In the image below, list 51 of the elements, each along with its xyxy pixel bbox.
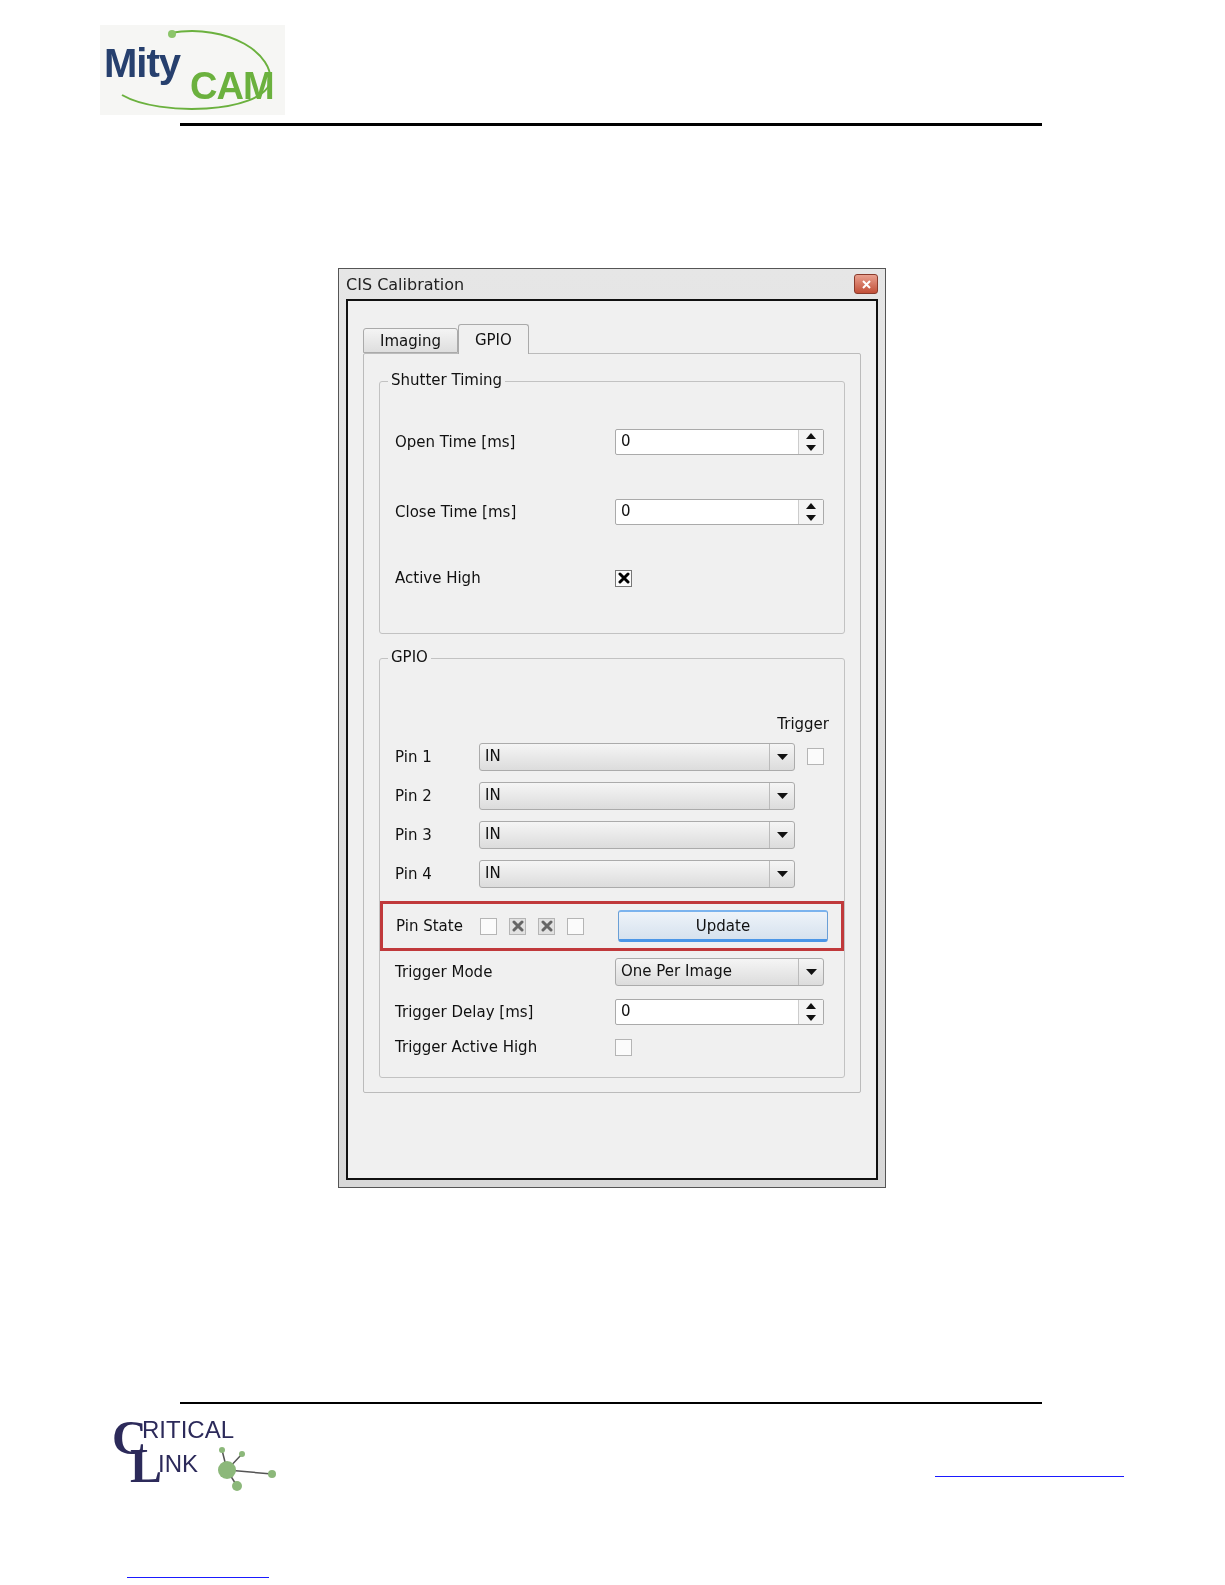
field-label: Close Time [ms] — [395, 503, 518, 521]
checkbox[interactable] — [538, 917, 555, 935]
check-icon — [617, 572, 630, 584]
caret-icon — [805, 969, 817, 975]
up-arrow-icon[interactable] — [806, 433, 816, 439]
caret-icon — [776, 870, 788, 877]
caret-icon — [776, 753, 788, 760]
dropdown[interactable]: One Per Image — [615, 958, 824, 986]
column-heading: Trigger — [777, 715, 829, 733]
checkbox[interactable] — [480, 917, 497, 935]
checkbox[interactable] — [807, 748, 824, 765]
check-icon — [511, 920, 524, 932]
checkbox[interactable] — [509, 917, 526, 935]
check-icon — [540, 920, 553, 932]
spin-box[interactable]: 0 — [615, 429, 824, 455]
pin-label: Pin 3 — [395, 825, 433, 844]
spin-value: 0 — [620, 1001, 632, 1022]
group-title: Shutter Timing — [388, 371, 506, 389]
field-label: Pin State — [396, 917, 464, 935]
spin-value: 0 — [620, 501, 632, 522]
window-title: CIS Calibration — [346, 274, 465, 294]
close-icon — [861, 279, 871, 289]
caret-icon — [776, 831, 788, 838]
tab[interactable]: GPIO — [457, 324, 529, 354]
dropdown[interactable]: IN — [479, 820, 795, 849]
down-arrow-icon[interactable] — [806, 515, 816, 521]
checkbox[interactable] — [567, 917, 584, 935]
checkbox[interactable] — [615, 1038, 632, 1056]
up-arrow-icon[interactable] — [806, 1003, 816, 1009]
field-label: Trigger Active High — [395, 1038, 539, 1056]
update-button[interactable]: Update — [618, 910, 828, 942]
tab[interactable]: Imaging — [363, 328, 458, 353]
down-arrow-icon[interactable] — [806, 445, 816, 451]
spin-box[interactable]: 0 — [615, 499, 824, 525]
caret-icon — [776, 792, 788, 799]
pin-label: Pin 2 — [395, 786, 433, 805]
dropdown[interactable]: IN — [479, 859, 795, 888]
pin-label: Pin 4 — [395, 864, 433, 883]
down-arrow-icon[interactable] — [806, 1015, 816, 1021]
dropdown[interactable]: IN — [479, 742, 795, 771]
field-label: Trigger Mode — [395, 963, 494, 981]
spin-value: 0 — [620, 431, 632, 452]
field-label: Active High — [395, 569, 482, 587]
dropdown[interactable]: IN — [479, 781, 795, 810]
checkbox[interactable] — [615, 569, 632, 587]
pin-label: Pin 1 — [395, 747, 433, 766]
spin-box[interactable]: 0 — [615, 999, 824, 1025]
close-button[interactable] — [854, 274, 878, 294]
field-label: Open Time [ms] — [395, 433, 517, 451]
field-label: Trigger Delay [ms] — [395, 1003, 535, 1021]
up-arrow-icon[interactable] — [806, 503, 816, 509]
